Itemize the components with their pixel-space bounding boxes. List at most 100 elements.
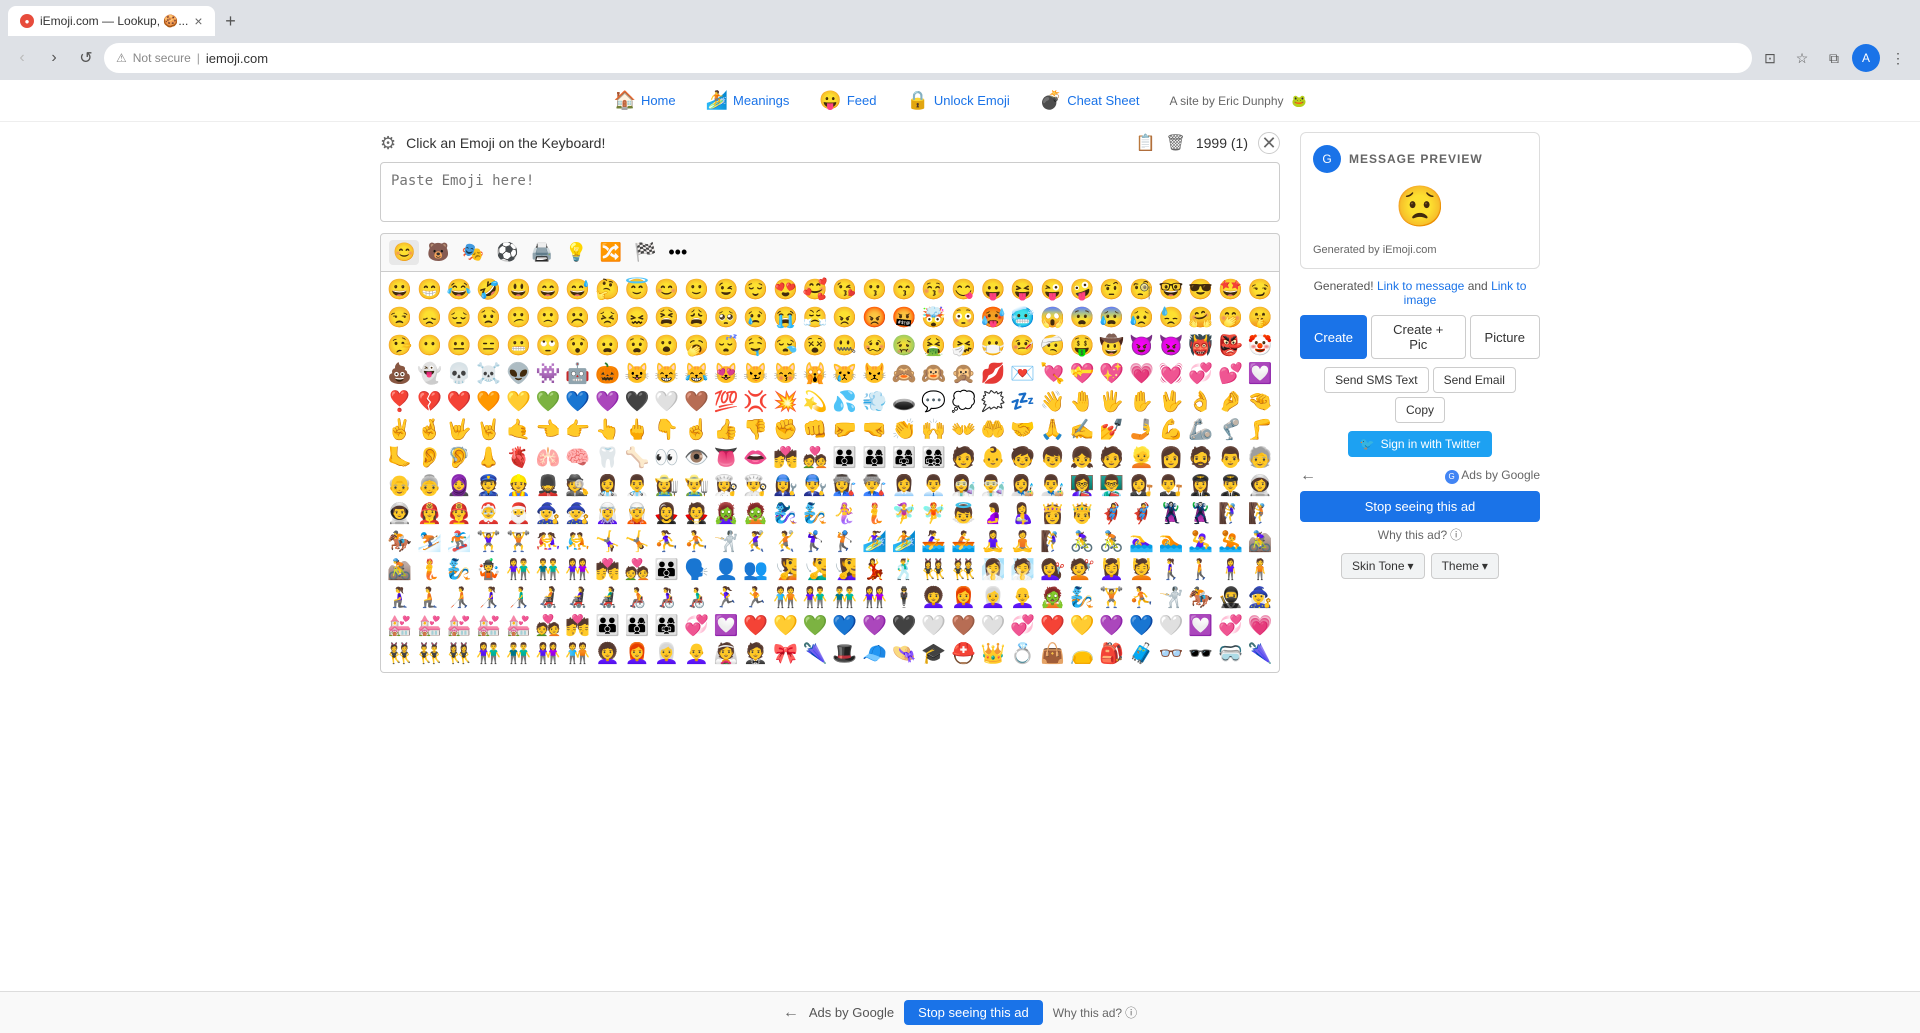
emoji-cell[interactable]: 🤲 [978,416,1008,444]
emoji-cell[interactable]: 👦 [1038,444,1068,472]
emoji-cell[interactable]: 👩‍🍳 [711,472,741,500]
emoji-cell[interactable]: 👂 [415,444,445,472]
emoji-cell[interactable]: 🧑‍🦽 [622,584,652,612]
emoji-cell[interactable]: 💞 [1186,360,1216,388]
emoji-cell[interactable]: 🤵 [741,640,771,668]
copy-button[interactable]: Copy [1395,397,1445,423]
emoji-cell[interactable]: 👅 [711,444,741,472]
emoji-cell[interactable]: ⛷️ [415,528,445,556]
emoji-cell[interactable]: 💆‍♀️ [1097,556,1127,584]
stop-seeing-ad-button[interactable]: Stop seeing this ad [1300,491,1540,522]
emoji-cell[interactable]: 👷 [504,472,534,500]
emoji-cell[interactable]: 💭 [949,388,979,416]
emoji-cell[interactable]: 💍 [1008,640,1038,668]
emoji-cell[interactable]: 🤎 [949,612,979,640]
emoji-cell[interactable]: 🎀 [771,640,801,668]
emoji-cell[interactable]: 😞 [415,304,445,332]
emoji-cell[interactable]: 🫁 [533,444,563,472]
emoji-cell[interactable]: 🤌 [1216,388,1246,416]
emoji-cell[interactable]: 😃 [504,276,534,304]
emoji-cell[interactable]: 👨‍👩‍👧‍👦 [919,444,949,472]
emoji-cell[interactable]: 🤍 [978,612,1008,640]
emoji-cell[interactable]: 🏌️‍♀️ [800,528,830,556]
emoji-cell[interactable]: 👋 [1038,388,1068,416]
emoji-cell[interactable]: 😖 [622,304,652,332]
emoji-cell[interactable]: 🎒 [1097,640,1127,668]
emoji-cell[interactable]: 🧟 [1038,584,1068,612]
emoji-cell[interactable]: 🤯 [919,304,949,332]
create-pic-button[interactable]: Create + Pic [1371,315,1466,359]
emoji-cell[interactable]: 💇‍♀️ [1038,556,1068,584]
emoji-cell[interactable]: 🧐 [1127,276,1157,304]
emoji-cell[interactable]: 😁 [415,276,445,304]
emoji-cell[interactable]: 🥽 [1216,640,1246,668]
emoji-cell[interactable]: 🤜 [860,416,890,444]
emoji-cell[interactable]: 🥷 [1216,584,1246,612]
emoji-cell[interactable]: 💬 [919,388,949,416]
emoji-cell[interactable]: 🚴 [1097,528,1127,556]
emoji-cell[interactable]: 💏 [563,612,593,640]
forward-button[interactable]: › [40,44,68,72]
emoji-cell[interactable]: 😾 [860,360,890,388]
emoji-cell[interactable]: ❤️ [444,388,474,416]
emoji-cell[interactable]: 🤧 [949,332,979,360]
emoji-cell[interactable]: 💯 [711,388,741,416]
emoji-cell[interactable]: 👏 [889,416,919,444]
emoji-cell[interactable]: 🚴‍♀️ [1067,528,1097,556]
emoji-cell[interactable]: 💦 [830,388,860,416]
emoji-cell[interactable]: 😊 [652,276,682,304]
emoji-cell[interactable]: 💝 [1067,360,1097,388]
emoji-cell[interactable]: 👨‍👩‍👧 [889,444,919,472]
emoji-cell[interactable]: 😙 [889,276,919,304]
emoji-cell[interactable]: 👩‍🚒 [415,500,445,528]
emoji-cell[interactable]: 🧑‍🤝‍🧑 [563,640,593,668]
emoji-cell[interactable]: 💢 [741,388,771,416]
emoji-cell[interactable]: 🧖‍♀️ [978,556,1008,584]
emoji-cell[interactable]: 👩‍✈️ [1186,472,1216,500]
emoji-cell[interactable]: 🦶 [385,444,415,472]
emoji-cell[interactable]: 😓 [1156,304,1186,332]
emoji-cell[interactable]: 👩‍🦳 [978,584,1008,612]
emoji-cell[interactable]: 🤏 [1245,388,1275,416]
emoji-cell[interactable]: 💜 [593,388,623,416]
emoji-cell[interactable]: 😍 [771,276,801,304]
emoji-cell[interactable]: 🧳 [1127,640,1157,668]
emoji-cell[interactable]: 😪 [771,332,801,360]
emoji-cell[interactable]: 🚶 [1186,556,1216,584]
emoji-cell[interactable]: 🤍 [652,388,682,416]
emoji-cell[interactable]: 🦸‍♀️ [1097,500,1127,528]
emoji-cell[interactable]: 🤍 [919,612,949,640]
emoji-cell[interactable]: 🤥 [385,332,415,360]
emoji-cell[interactable]: 😜 [1038,276,1068,304]
emoji-cell[interactable]: 💙 [563,388,593,416]
emoji-cell[interactable]: 👼 [949,500,979,528]
emoji-cell[interactable]: 💑 [800,444,830,472]
emoji-cell[interactable]: 😂 [444,276,474,304]
category-animals[interactable]: 🐻 [423,240,453,265]
emoji-cell[interactable]: 👍 [711,416,741,444]
emoji-cell[interactable]: 👩‍🦯 [474,584,504,612]
emoji-cell[interactable]: 👯 [949,556,979,584]
emoji-cell[interactable]: 💞 [1008,612,1038,640]
emoji-cell[interactable]: 💓 [1156,360,1186,388]
emoji-cell[interactable]: 🤨 [1097,276,1127,304]
emoji-cell[interactable]: 👐 [949,416,979,444]
emoji-cell[interactable]: 👨‍⚖️ [1156,472,1186,500]
emoji-cell[interactable]: 😅 [563,276,593,304]
emoji-cell[interactable]: 🥰 [800,276,830,304]
copy-clipboard-button[interactable]: 📋 [1136,133,1156,153]
emoji-cell[interactable]: 💌 [1008,360,1038,388]
emoji-cell[interactable]: 😦 [593,332,623,360]
emoji-cell[interactable]: 🦷 [593,444,623,472]
emoji-cell[interactable]: 🎓 [919,640,949,668]
link-to-message[interactable]: Link to message [1377,279,1468,293]
emoji-cell[interactable]: 🏇 [1186,584,1216,612]
emoji-cell[interactable]: ❤️ [741,612,771,640]
emoji-cell[interactable]: 💏 [593,556,623,584]
nav-home[interactable]: 🏠 Home [614,90,676,111]
emoji-cell[interactable]: 😷 [978,332,1008,360]
emoji-cell[interactable]: 💂 [533,472,563,500]
emoji-cell[interactable]: 🤭 [1216,304,1246,332]
emoji-cell[interactable]: 👯‍♂️ [415,640,445,668]
category-activities[interactable]: 🎭 [458,240,488,265]
